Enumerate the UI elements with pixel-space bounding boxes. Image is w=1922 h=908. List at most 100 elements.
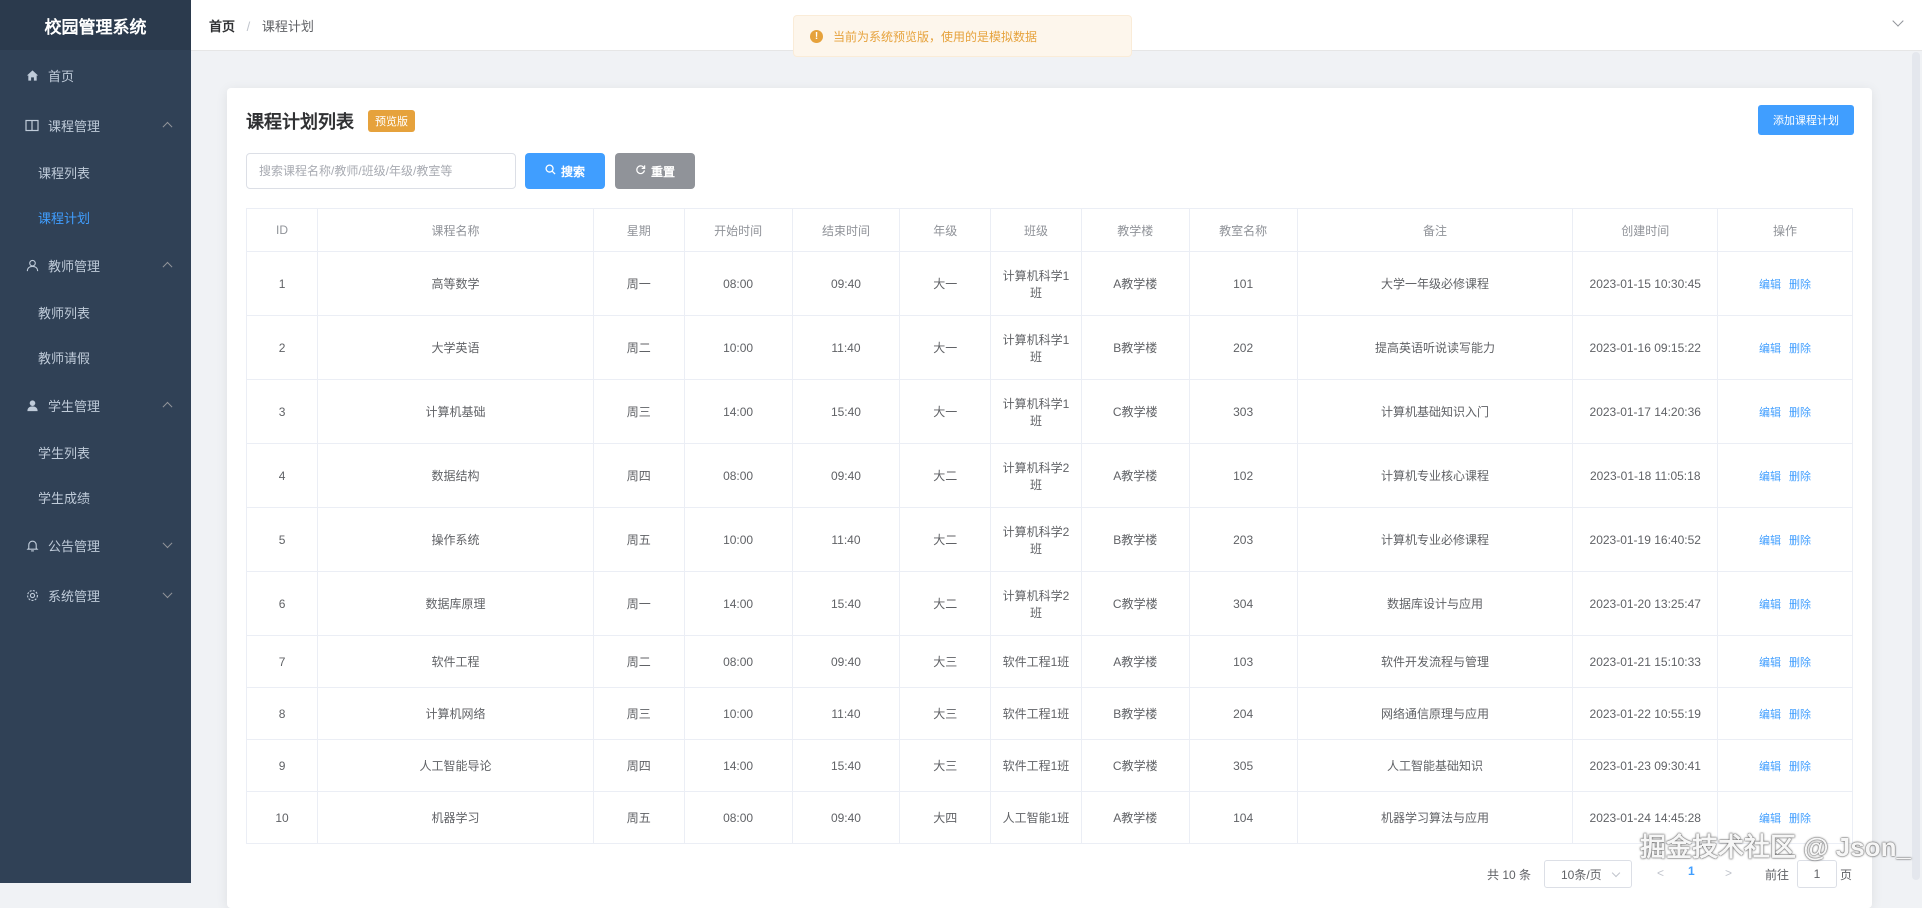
search-button[interactable]: 搜索 <box>525 153 605 189</box>
course-plan-table: ID 课程名称 星期 开始时间 结束时间 年级 班级 教学楼 教室名称 备注 创… <box>245 208 1853 844</box>
cell-actions: 编辑 删除 <box>1717 739 1853 792</box>
delete-button[interactable]: 删除 <box>1789 761 1811 773</box>
edit-button[interactable]: 编辑 <box>1759 657 1781 669</box>
cell-course-name: 计算机网络 <box>317 687 594 740</box>
reset-button[interactable]: 重置 <box>615 153 695 189</box>
cell-class: 计算机科学1班 <box>990 315 1082 380</box>
cell-end-time: 15:40 <box>791 739 901 792</box>
menu-item-system-management[interactable]: 系统管理 <box>0 570 191 620</box>
edit-button[interactable]: 编辑 <box>1759 599 1781 611</box>
cell-grade: 大二 <box>899 443 992 508</box>
warning-icon: ! <box>810 29 823 43</box>
delete-button[interactable]: 删除 <box>1789 599 1811 611</box>
cell-start-time: 08:00 <box>683 791 793 844</box>
goto-unit-label: 页 <box>1840 868 1853 882</box>
menu-item-course-management[interactable]: 课程管理 <box>0 100 191 150</box>
cell-class: 计算机科学2班 <box>990 507 1082 572</box>
delete-button[interactable]: 删除 <box>1789 279 1811 291</box>
bell-icon <box>24 537 40 553</box>
cell-building: A教学楼 <box>1080 251 1190 316</box>
submenu-item-teacher-list[interactable]: 教师列表 <box>0 290 191 335</box>
cell-room: 104 <box>1188 791 1298 844</box>
cell-start-time: 08:00 <box>683 443 793 508</box>
edit-button[interactable]: 编辑 <box>1759 343 1781 355</box>
breadcrumb-current: 课程计划 <box>261 19 314 34</box>
search-icon <box>545 164 556 178</box>
cell-building: C教学楼 <box>1080 379 1190 444</box>
cell-id: 2 <box>245 315 319 380</box>
cell-weekday: 周四 <box>592 739 685 792</box>
menu-item-teacher-management[interactable]: 教师管理 <box>0 240 191 290</box>
goto-page-input[interactable]: 1 <box>1797 860 1837 888</box>
table-row: 4 数据结构 周四 08:00 09:40 大二 计算机科学2班 A教学楼 102 计算机专业核心… <box>245 443 1853 508</box>
current-page-button[interactable]: 1 <box>1688 864 1695 878</box>
column-header: 操作 <box>1717 208 1853 252</box>
menu-item-label: 课程管理 <box>48 118 101 134</box>
submenu-item-student-list[interactable]: 学生列表 <box>0 430 191 475</box>
column-header: 开始时间 <box>683 208 793 252</box>
submenu-item-teacher-leave[interactable]: 教师请假 <box>0 335 191 380</box>
cell-id: 4 <box>245 443 319 508</box>
add-course-plan-button[interactable]: 添加课程计划 <box>1758 105 1854 135</box>
edit-button[interactable]: 编辑 <box>1759 761 1781 773</box>
cell-class: 软件工程1班 <box>990 635 1082 688</box>
cell-building: A教学楼 <box>1080 635 1190 688</box>
cell-created-time: 2023-01-16 09:15:22 <box>1572 315 1719 380</box>
delete-button[interactable]: 删除 <box>1789 709 1811 721</box>
menu-item-announcement-management[interactable]: 公告管理 <box>0 520 191 570</box>
cell-grade: 大一 <box>899 251 992 316</box>
cell-created-time: 2023-01-22 10:55:19 <box>1572 687 1719 740</box>
delete-button[interactable]: 删除 <box>1789 535 1811 547</box>
edit-button[interactable]: 编辑 <box>1759 813 1781 825</box>
submenu-item-student-grades[interactable]: 学生成绩 <box>0 475 191 520</box>
reset-button-label: 重置 <box>650 164 675 179</box>
goto-label: 前往 <box>1765 868 1790 882</box>
cell-actions: 编辑 删除 <box>1717 251 1853 316</box>
search-input[interactable] <box>246 153 516 189</box>
chevron-down-icon[interactable] <box>1892 15 1904 27</box>
cell-note: 大学一年级必修课程 <box>1296 251 1574 316</box>
cell-note: 数据库设计与应用 <box>1296 571 1574 636</box>
cell-class: 计算机科学2班 <box>990 571 1082 636</box>
table-row: 3 计算机基础 周三 14:00 15:40 大一 计算机科学1班 C教学楼 303 计算机基础知… <box>245 379 1853 444</box>
cell-room: 204 <box>1188 687 1298 740</box>
cell-actions: 编辑 删除 <box>1717 315 1853 380</box>
cell-note: 提高英语听说读写能力 <box>1296 315 1574 380</box>
submenu-item-course-list[interactable]: 课程列表 <box>0 150 191 195</box>
cell-weekday: 周三 <box>592 687 685 740</box>
cell-course-name: 数据结构 <box>317 443 594 508</box>
edit-button[interactable]: 编辑 <box>1759 709 1781 721</box>
edit-button[interactable]: 编辑 <box>1759 279 1781 291</box>
next-page-button[interactable]: > <box>1725 866 1732 880</box>
cell-end-time: 11:40 <box>791 315 901 380</box>
delete-button[interactable]: 删除 <box>1789 471 1811 483</box>
cell-weekday: 周一 <box>592 571 685 636</box>
delete-button[interactable]: 删除 <box>1789 657 1811 669</box>
cell-weekday: 周四 <box>592 443 685 508</box>
cell-class: 计算机科学2班 <box>990 443 1082 508</box>
delete-button[interactable]: 删除 <box>1789 813 1811 825</box>
edit-button[interactable]: 编辑 <box>1759 407 1781 419</box>
vertical-scrollbar[interactable] <box>1912 52 1920 880</box>
cell-start-time: 14:00 <box>683 379 793 444</box>
cell-id: 3 <box>245 379 319 444</box>
cell-room: 103 <box>1188 635 1298 688</box>
breadcrumb-home[interactable]: 首页 <box>209 19 235 34</box>
refresh-icon <box>635 164 646 178</box>
cell-created-time: 2023-01-17 14:20:36 <box>1572 379 1719 444</box>
cell-end-time: 11:40 <box>791 687 901 740</box>
menu-item-home[interactable]: 首页 <box>0 50 191 100</box>
cell-weekday: 周五 <box>592 507 685 572</box>
page-size-select[interactable]: 10条/页 <box>1544 860 1632 888</box>
cell-id: 10 <box>245 791 319 844</box>
prev-page-button[interactable]: < <box>1657 866 1664 880</box>
edit-button[interactable]: 编辑 <box>1759 471 1781 483</box>
submenu-item-course-plan[interactable]: 课程计划 <box>0 195 191 240</box>
cell-end-time: 11:40 <box>791 507 901 572</box>
delete-button[interactable]: 删除 <box>1789 407 1811 419</box>
delete-button[interactable]: 删除 <box>1789 343 1811 355</box>
column-header: 创建时间 <box>1572 208 1719 252</box>
gear-icon <box>24 587 40 603</box>
edit-button[interactable]: 编辑 <box>1759 535 1781 547</box>
menu-item-student-management[interactable]: 学生管理 <box>0 380 191 430</box>
